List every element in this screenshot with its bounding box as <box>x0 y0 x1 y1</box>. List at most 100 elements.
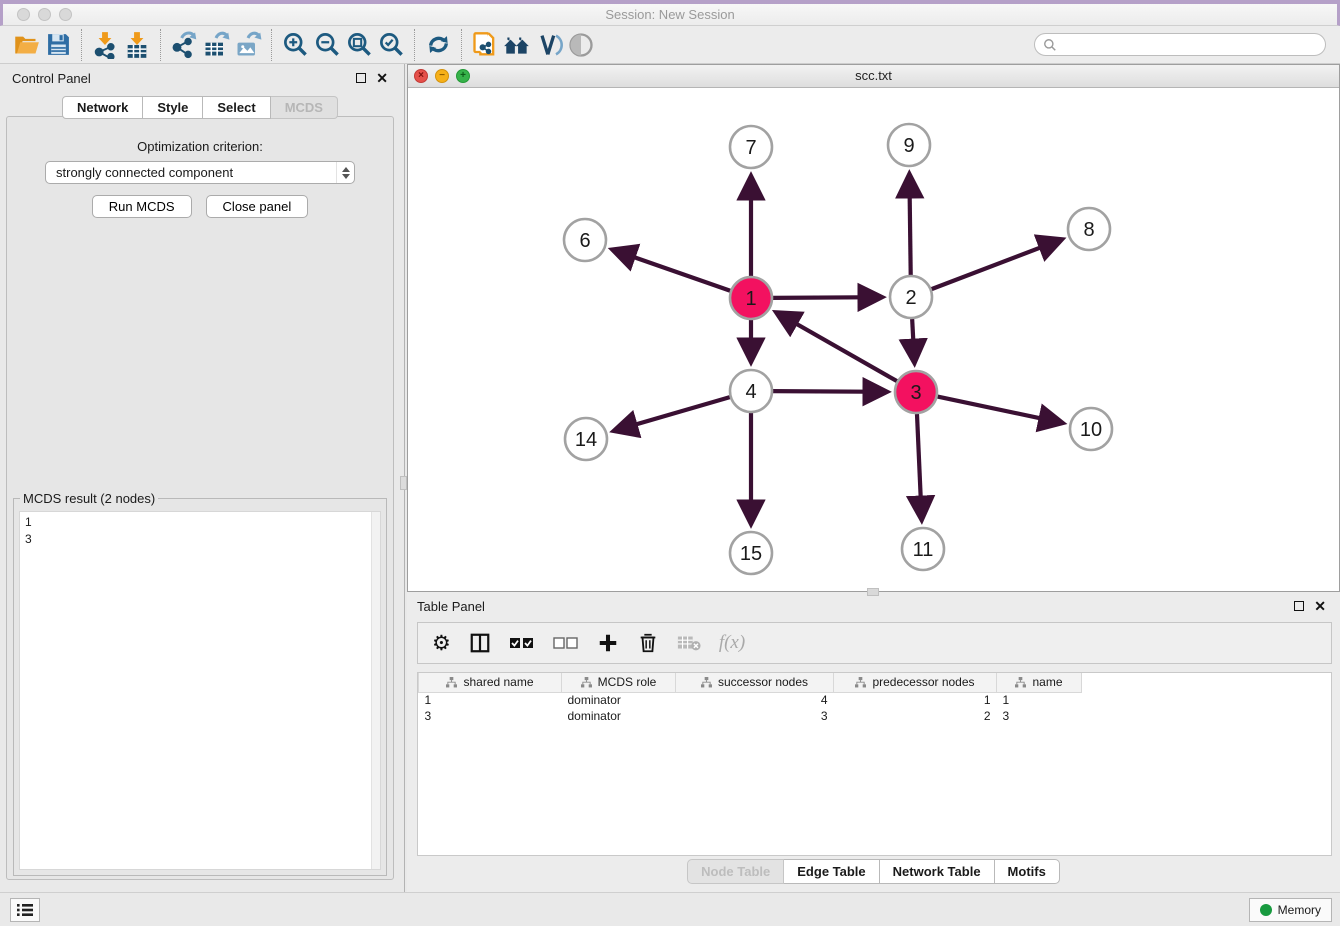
search-input[interactable] <box>1034 33 1326 56</box>
import-table-icon[interactable] <box>121 29 153 61</box>
tab-network-table[interactable]: Network Table <box>880 859 995 884</box>
node-label-1: 1 <box>745 288 756 310</box>
zoom-fit-icon[interactable] <box>343 29 375 61</box>
import-network-icon[interactable] <box>89 29 121 61</box>
mcds-result-title: MCDS result (2 nodes) <box>20 491 158 506</box>
tab-motifs[interactable]: Motifs <box>995 859 1060 884</box>
export-table-icon[interactable] <box>200 29 232 61</box>
search-icon <box>1043 38 1057 52</box>
tab-node-table[interactable]: Node Table <box>687 859 784 884</box>
edge-3-11[interactable] <box>917 414 922 519</box>
tab-select[interactable]: Select <box>203 96 270 119</box>
close-panel-icon[interactable]: ✕ <box>1314 599 1326 613</box>
eye-icon[interactable] <box>565 29 597 61</box>
node-label-2: 2 <box>905 287 916 309</box>
network-canvas[interactable]: 7968124314101511 <box>408 89 1339 591</box>
edge-4-14[interactable] <box>615 397 730 430</box>
scrollbar[interactable] <box>371 512 380 869</box>
export-image-icon[interactable] <box>232 29 264 61</box>
export-network-icon[interactable] <box>168 29 200 61</box>
zoom-in-icon[interactable] <box>279 29 311 61</box>
open-session-icon[interactable] <box>10 29 42 61</box>
column-header-successor-nodes[interactable]: successor nodes <box>676 673 834 692</box>
column-header-predecessor-nodes[interactable]: predecessor nodes <box>834 673 997 692</box>
network-window-titlebar[interactable]: × − + scc.txt <box>408 65 1339 88</box>
mcds-result-text[interactable]: 13 <box>19 511 381 870</box>
table-toolbar: ⚙ f(x) <box>417 622 1332 664</box>
close-panel-icon[interactable]: ✕ <box>376 71 388 85</box>
table-cell[interactable]: 4 <box>676 692 834 708</box>
column-header-MCDS-role[interactable]: MCDS role <box>562 673 676 692</box>
vizmapper-icon[interactable] <box>533 29 565 61</box>
vertical-splitter[interactable] <box>400 64 407 892</box>
memory-status-icon <box>1260 904 1272 916</box>
criterion-select[interactable]: strongly connected component <box>45 161 355 184</box>
save-session-icon[interactable] <box>42 29 74 61</box>
table-cell[interactable]: 1 <box>419 692 562 708</box>
run-mcds-button[interactable]: Run MCDS <box>92 195 192 218</box>
column-header-shared-name[interactable]: shared name <box>419 673 562 692</box>
deselect-all-icon[interactable] <box>553 636 579 650</box>
node-label-11: 11 <box>913 539 934 561</box>
column-header-name[interactable]: name <box>997 673 1082 692</box>
tab-style[interactable]: Style <box>143 96 203 119</box>
floppy-icon <box>46 32 71 57</box>
tab-network[interactable]: Network <box>62 96 143 119</box>
table-row[interactable]: 3dominator323 <box>419 708 1082 724</box>
memory-button[interactable]: Memory <box>1249 898 1332 922</box>
add-column-icon[interactable] <box>597 632 619 654</box>
table-panel: Table Panel ✕ ⚙ f(x) shared nameMCDS rol… <box>407 592 1340 892</box>
zoom-selected-icon[interactable] <box>375 29 407 61</box>
table-settings-icon[interactable]: ⚙ <box>432 631 451 655</box>
table-row[interactable]: 1dominator411 <box>419 692 1082 708</box>
table-cell[interactable]: 3 <box>419 708 562 724</box>
apply-layout-icon[interactable] <box>422 29 454 61</box>
edge-3-1[interactable] <box>777 313 897 381</box>
zoom-out-icon[interactable] <box>311 29 343 61</box>
table-cell[interactable]: 2 <box>834 708 997 724</box>
edge-1-6[interactable] <box>613 250 730 291</box>
edge-4-3[interactable] <box>773 391 886 392</box>
show-columns-icon[interactable] <box>469 632 491 654</box>
main-toolbar <box>0 26 1340 64</box>
splitter-grip[interactable] <box>400 476 407 490</box>
status-bar: Memory <box>0 892 1340 926</box>
table-cell[interactable]: 1 <box>834 692 997 708</box>
task-history-button[interactable] <box>10 898 40 922</box>
memory-label: Memory <box>1278 903 1321 917</box>
table-cell[interactable]: 1 <box>997 692 1082 708</box>
tab-mcds[interactable]: MCDS <box>271 96 338 119</box>
home-icon[interactable] <box>501 29 533 61</box>
mcds-result-line: 1 <box>25 514 375 531</box>
close-panel-button[interactable]: Close panel <box>206 195 309 218</box>
table-tabs: Node TableEdge TableNetwork TableMotifs <box>407 859 1340 884</box>
delete-table-icon[interactable] <box>677 633 701 653</box>
edge-2-9[interactable] <box>909 175 910 275</box>
window-title: Session: New Session <box>3 7 1337 22</box>
edge-2-8[interactable] <box>932 240 1061 289</box>
node-label-4: 4 <box>745 381 756 403</box>
table-cell[interactable]: dominator <box>562 708 676 724</box>
node-label-3: 3 <box>910 382 921 404</box>
control-panel-header: Control Panel ✕ <box>0 64 400 92</box>
function-builder-icon[interactable]: f(x) <box>719 632 745 654</box>
table-cell[interactable]: 3 <box>676 708 834 724</box>
toolbar-separator <box>81 29 82 61</box>
control-panel-tabs: NetworkStyleSelectMCDS <box>0 96 400 119</box>
select-stepper-icon <box>336 162 354 183</box>
folder-open-icon <box>13 31 40 58</box>
network-overview-icon[interactable] <box>469 29 501 61</box>
edge-3-10[interactable] <box>938 397 1062 423</box>
float-panel-icon[interactable] <box>356 73 366 83</box>
edge-1-2[interactable] <box>773 297 881 298</box>
table-cell[interactable]: dominator <box>562 692 676 708</box>
tab-edge-table[interactable]: Edge Table <box>784 859 879 884</box>
edge-2-3[interactable] <box>912 319 914 362</box>
float-panel-icon[interactable] <box>1294 601 1304 611</box>
horizontal-splitter-grip[interactable] <box>867 588 879 596</box>
select-all-icon[interactable] <box>509 636 535 650</box>
main-titlebar: Session: New Session <box>0 4 1340 26</box>
delete-column-icon[interactable] <box>637 632 659 654</box>
optimization-criterion-label: Optimization criterion: <box>7 139 393 154</box>
table-cell[interactable]: 3 <box>997 708 1082 724</box>
